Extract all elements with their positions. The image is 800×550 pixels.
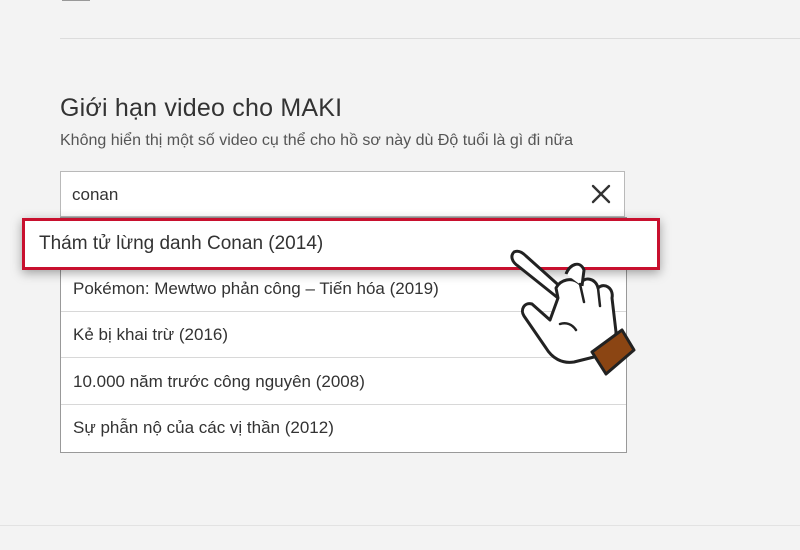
clear-search-button[interactable] [588, 181, 614, 207]
search-result-label: 10.000 năm trước công nguyên (2008) [73, 371, 365, 391]
search-result-label: Kẻ bị khai trừ (2016) [73, 324, 229, 344]
section-description: Không hiển thị một số video cụ thể cho h… [60, 132, 574, 149]
close-icon [591, 184, 611, 204]
search-result-label: Pokémon: Mewtwo phản công – Tiến hóa (20… [73, 278, 439, 298]
search-result-label: Thám tử lừng danh Conan (2014) [39, 233, 324, 254]
search-result-item[interactable]: Sự phẫn nộ của các vị thần (2012) [61, 405, 626, 451]
section-divider-bottom [0, 525, 800, 526]
title-search-box[interactable] [60, 171, 625, 217]
pointing-hand-icon [510, 249, 636, 376]
profile-checkbox[interactable] [62, 0, 90, 1]
section-title: Giới hạn video cho MAKI [60, 93, 343, 122]
section-divider-top [60, 38, 800, 39]
search-result-label: Sự phẫn nộ của các vị thần (2012) [73, 418, 334, 437]
title-search-input[interactable] [72, 182, 572, 208]
